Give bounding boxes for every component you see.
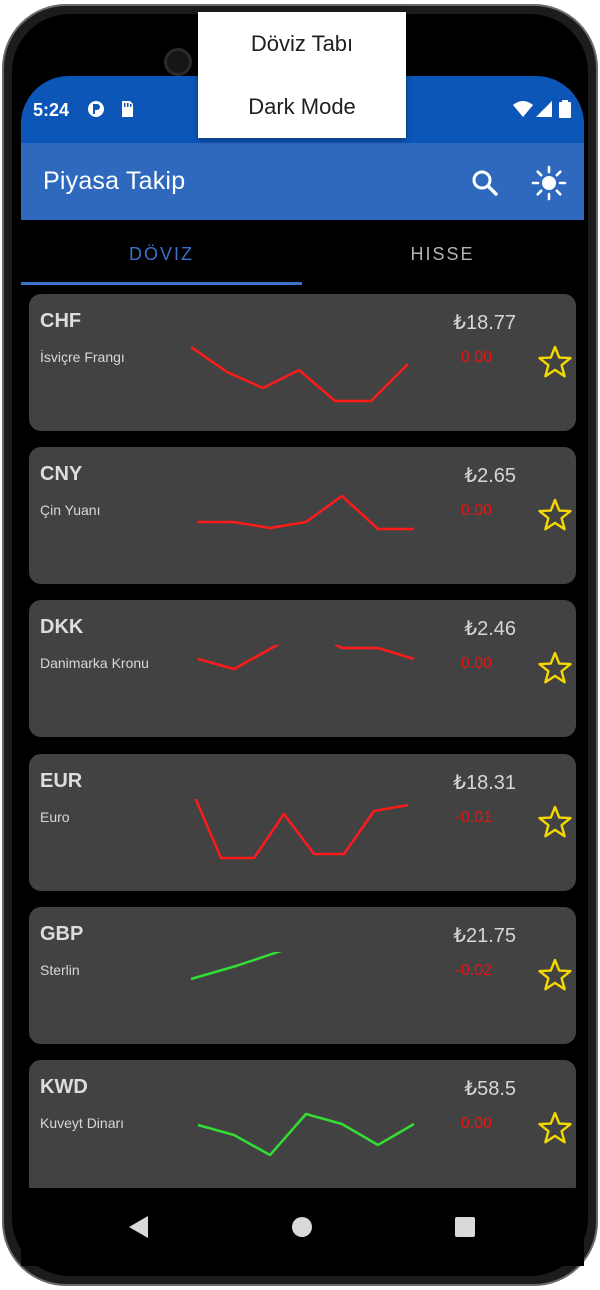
currency-card-cny[interactable]: CNY Çin Yuanı ₺2.65 0.00 xyxy=(29,447,576,584)
brightness-icon[interactable] xyxy=(531,165,567,201)
status-time: 5:24 xyxy=(33,100,70,120)
currency-price: ₺2.46 xyxy=(464,618,516,640)
currency-name: Kuveyt Dinarı xyxy=(40,1115,125,1131)
currency-change: 0.00 xyxy=(460,655,492,672)
sparkline-chart xyxy=(197,645,415,671)
tab-doviz[interactable]: DÖVIZ xyxy=(21,220,302,288)
currency-change: -0.02 xyxy=(455,962,492,979)
circle-home-icon[interactable] xyxy=(285,1210,319,1244)
square-recents-icon[interactable] xyxy=(448,1210,482,1244)
star-outline-icon[interactable] xyxy=(537,804,573,840)
currency-code: KWD xyxy=(40,1076,88,1098)
menu-item-doviz-tab[interactable]: Döviz Tabı xyxy=(198,12,406,75)
currency-card-chf[interactable]: CHF İsviçre Frangı ₺18.77 0.00 xyxy=(29,294,576,431)
battery-icon xyxy=(559,100,571,118)
sparkline-chart xyxy=(198,494,414,531)
tab-bar: DÖVIZ HISSE xyxy=(21,220,584,288)
overflow-menu: Döviz Tabı Dark Mode xyxy=(198,12,406,138)
sparkline-chart xyxy=(194,799,409,860)
sd-card-icon xyxy=(122,101,133,117)
currency-card-gbp[interactable]: GBP Sterlin ₺21.75 -0.02 xyxy=(29,907,576,1044)
currency-name: Çin Yuanı xyxy=(40,502,101,518)
currency-code: DKK xyxy=(40,616,84,638)
currency-card-eur[interactable]: EUR Euro ₺18.31 -0.01 xyxy=(29,754,576,891)
currency-price: ₺2.65 xyxy=(464,465,516,487)
currency-name: Sterlin xyxy=(40,962,80,978)
currency-card-kwd[interactable]: KWD Kuveyt Dinarı ₺58.5 0.00 xyxy=(29,1060,576,1197)
front-camera xyxy=(164,48,192,76)
currency-code: EUR xyxy=(40,770,83,792)
app-title: Piyasa Takip xyxy=(43,167,186,195)
sparkline-chart xyxy=(190,345,409,403)
currency-price: ₺58.5 xyxy=(464,1078,516,1100)
app-screen: 5:24 Piyasa Takip DÖVIZ HISSE CHF İsviçr… xyxy=(21,76,584,1266)
currency-name: Euro xyxy=(40,809,70,825)
sparkline-chart xyxy=(197,1112,415,1157)
currency-name: İsviçre Frangı xyxy=(40,349,125,365)
star-outline-icon[interactable] xyxy=(537,1110,573,1146)
star-outline-icon[interactable] xyxy=(537,497,573,533)
currency-code: CHF xyxy=(40,310,82,332)
currency-code: CNY xyxy=(40,463,83,485)
tab-indicator xyxy=(21,282,302,285)
currency-price: ₺18.31 xyxy=(453,772,516,794)
triangle-back-icon[interactable] xyxy=(121,1210,155,1244)
menu-item-dark-mode[interactable]: Dark Mode xyxy=(198,75,406,138)
currency-price: ₺18.77 xyxy=(453,312,516,334)
app-bar: Piyasa Takip xyxy=(21,143,584,220)
star-outline-icon[interactable] xyxy=(537,957,573,993)
signal-icon xyxy=(536,101,552,117)
tab-hisse[interactable]: HISSE xyxy=(302,220,583,288)
currency-change: 0.00 xyxy=(460,349,492,366)
star-outline-icon[interactable] xyxy=(537,650,573,686)
currency-code: GBP xyxy=(40,923,84,945)
app-notification-icon xyxy=(88,101,104,117)
currency-name: Danimarka Kronu xyxy=(40,655,149,671)
wifi-icon xyxy=(513,101,533,117)
currency-change: -0.01 xyxy=(455,809,492,826)
currency-card-dkk[interactable]: DKK Danimarka Kronu ₺2.46 0.00 xyxy=(29,600,576,737)
navigation-bar xyxy=(21,1188,584,1266)
currency-change: 0.00 xyxy=(460,1115,492,1132)
search-icon[interactable] xyxy=(469,167,501,199)
star-outline-icon[interactable] xyxy=(537,344,573,380)
sparkline-chart xyxy=(190,952,283,981)
currency-change: 0.00 xyxy=(460,502,492,519)
currency-price: ₺21.75 xyxy=(453,925,516,947)
